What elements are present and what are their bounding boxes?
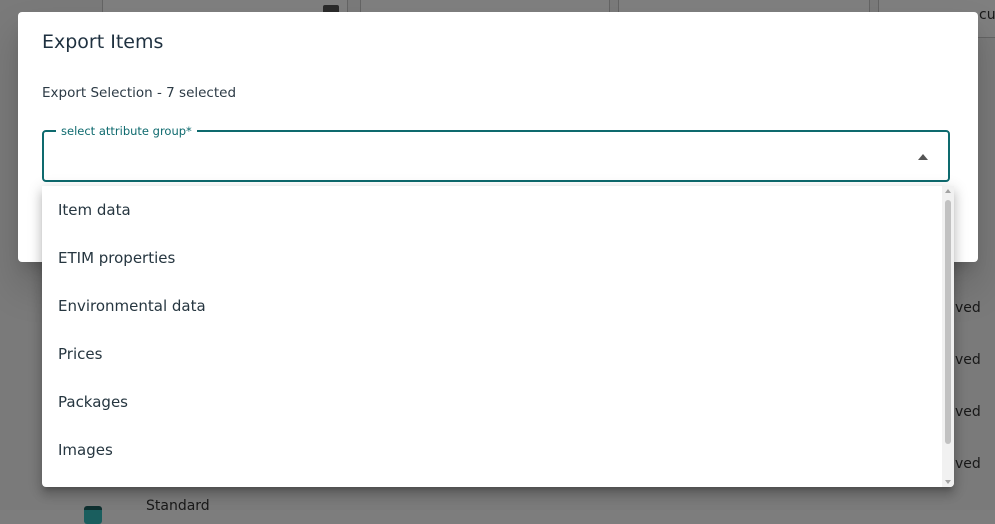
scroll-up-arrow-icon[interactable] [945, 189, 951, 193]
attribute-group-dropdown: Item data ETIM properties Environmental … [42, 186, 954, 487]
dropdown-scrollbar[interactable] [942, 186, 954, 487]
selection-count-text: Export Selection - 7 selected [42, 85, 237, 101]
option-environmental-data[interactable]: Environmental data [42, 282, 942, 330]
dialog-title: Export Items [42, 31, 164, 53]
caret-up-icon[interactable] [918, 154, 928, 160]
option-item-data[interactable]: Item data [42, 186, 942, 234]
scroll-down-arrow-icon[interactable] [945, 480, 951, 484]
attribute-group-select[interactable]: select attribute group* [42, 124, 950, 182]
option-etim-properties[interactable]: ETIM properties [42, 234, 942, 282]
option-packages[interactable]: Packages [42, 378, 942, 426]
scrollbar-thumb[interactable] [945, 200, 951, 444]
option-images[interactable]: Images [42, 426, 942, 474]
option-prices[interactable]: Prices [42, 330, 942, 378]
select-label: select attribute group* [56, 124, 197, 138]
